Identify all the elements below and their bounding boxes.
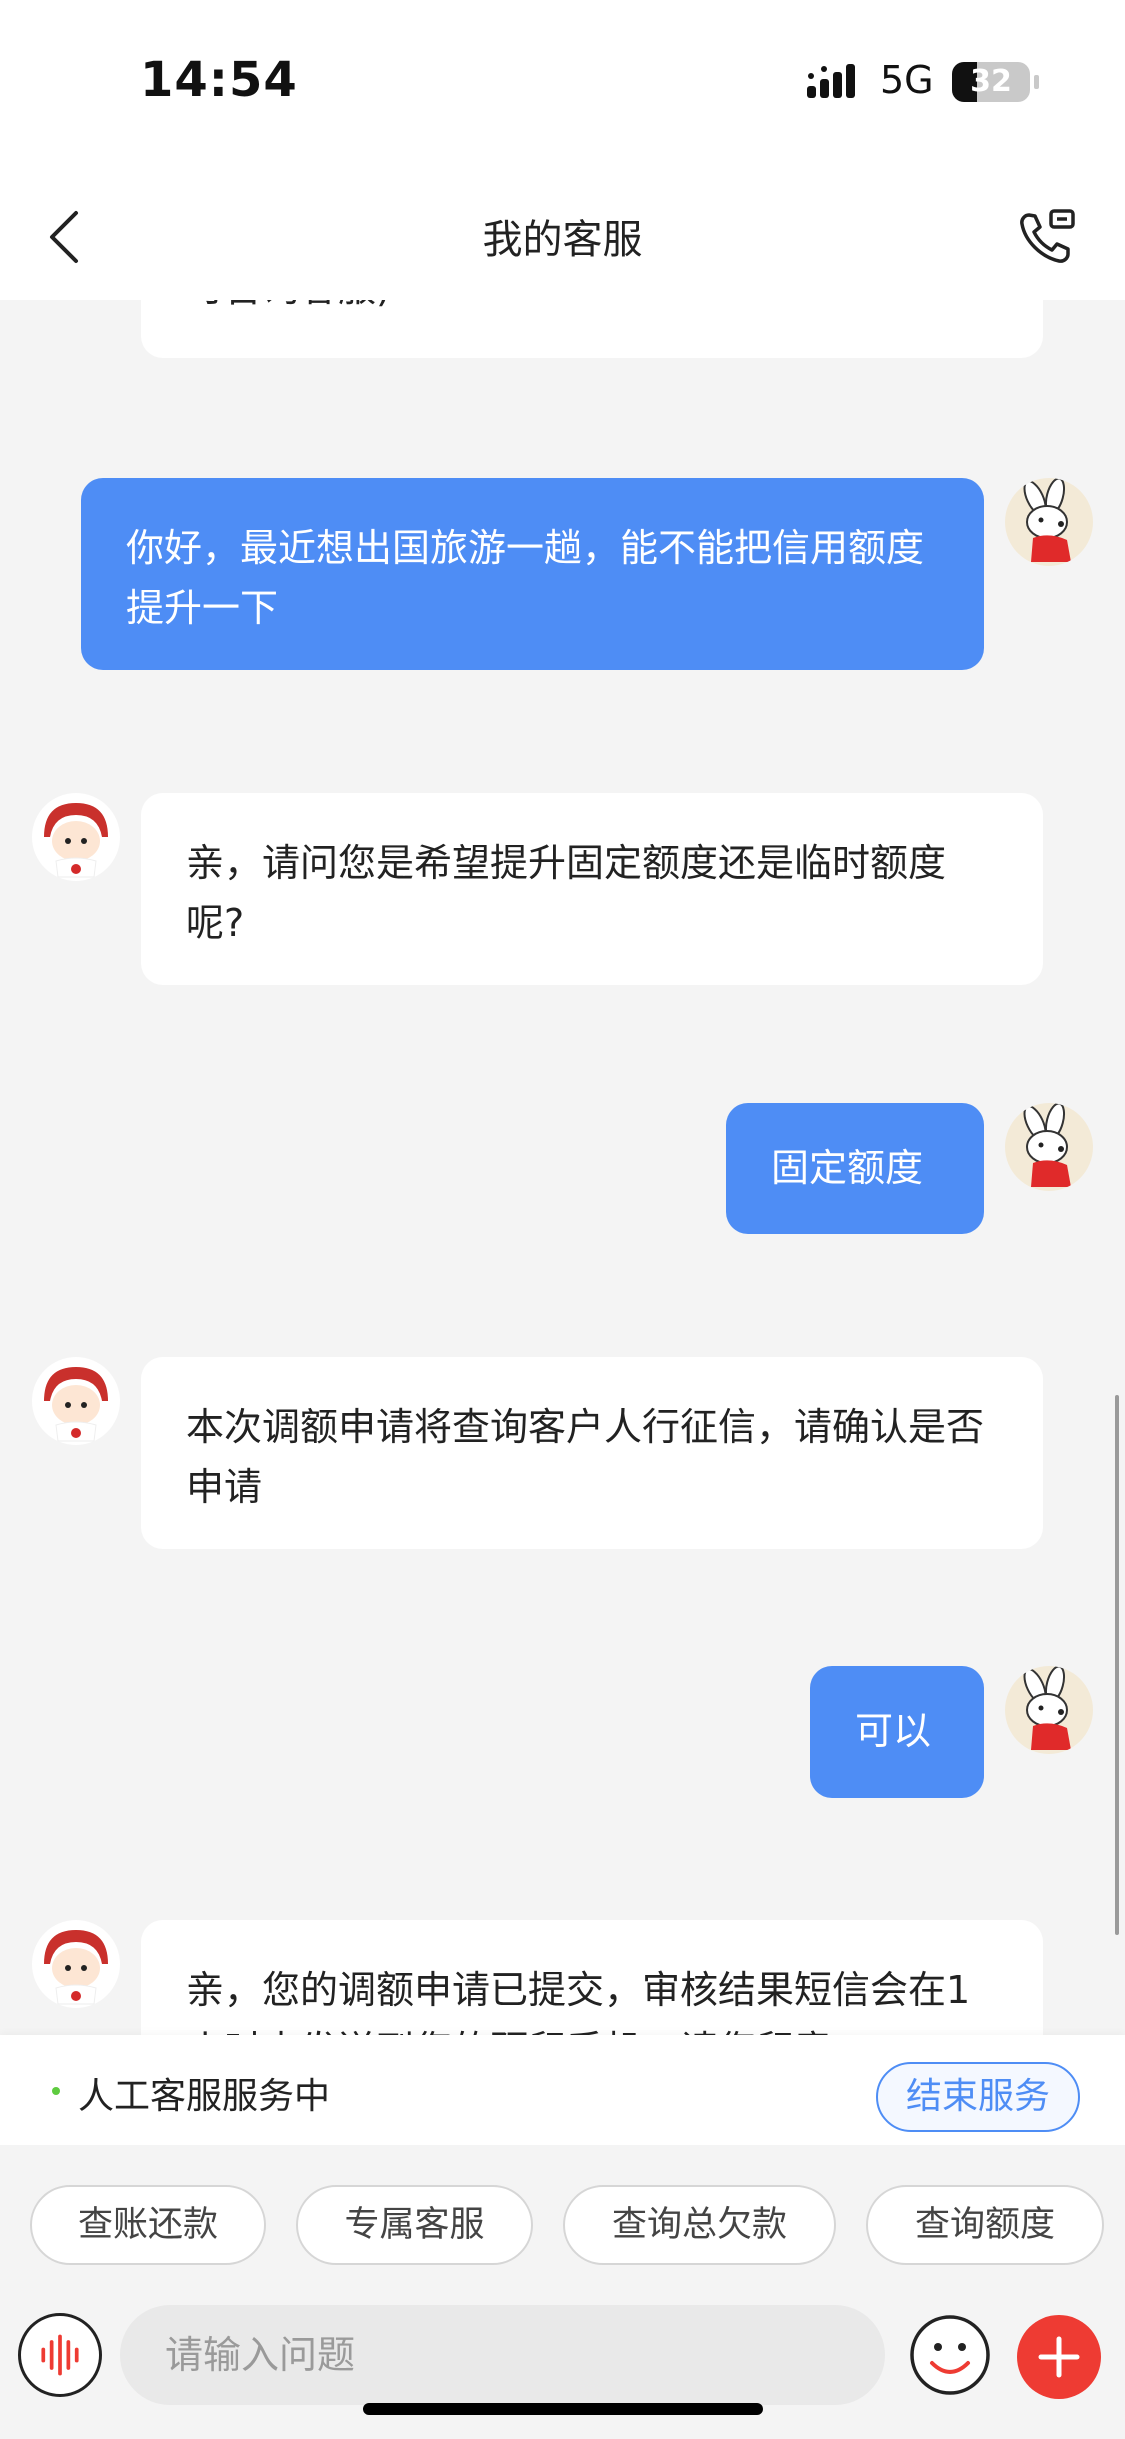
agent-message: 亲，请问您是希望提升固定额度还是临时额度呢?: [141, 793, 1043, 985]
rabbit-mascot-icon: [1023, 478, 1071, 562]
message-text: 亲，请问您是希望提升固定额度还是临时额度呢?: [186, 841, 947, 945]
message-text: 可咨询客服): [186, 300, 391, 310]
agent-avatar: [32, 793, 120, 881]
battery-level: 32: [970, 64, 1012, 99]
rabbit-mascot-icon: [1023, 1666, 1071, 1750]
agent-message: 本次调额申请将查询客户人行征信，请确认是否申请: [141, 1357, 1043, 1549]
message-text: 本次调额申请将查询客户人行征信，请确认是否申请: [186, 1405, 985, 1509]
agent-message: 亲，您的调额申请已提交，审核结果短信会在1小时内发送到您的预留手机，请您留意: [141, 1920, 1043, 2035]
rabbit-mascot-icon: [1023, 1103, 1071, 1187]
home-indicator: [363, 2403, 763, 2415]
status-time: 14:54: [140, 52, 298, 108]
agent-mascot-icon: [44, 1930, 108, 2005]
quick-actions: 查账还款 专属客服 查询总欠款 查询额度: [0, 2145, 1125, 2285]
page-title: 我的客服: [482, 217, 643, 263]
chat-area[interactable]: 可咨询客服) 你好，最近想出国旅游一趟，能不能把信用额度提升一下 亲，请问您是希…: [0, 300, 1125, 2035]
user-avatar: [1005, 1666, 1093, 1754]
network-type: 5G: [880, 58, 934, 102]
message-text: 你好，最近想出国旅游一趟，能不能把信用额度提升一下: [126, 526, 925, 630]
add-button[interactable]: [1017, 2315, 1101, 2399]
status-dot: [52, 2087, 60, 2095]
agent-avatar: [32, 1357, 120, 1445]
quick-action-check-repay[interactable]: 查账还款: [30, 2185, 266, 2265]
user-message: 固定额度: [726, 1103, 984, 1234]
service-status-bar: 人工客服服务中 结束服务: [0, 2035, 1125, 2145]
message-text: 固定额度: [771, 1146, 924, 1190]
service-status-text: 人工客服服务中: [78, 2076, 331, 2117]
quick-action-total-debt[interactable]: 查询总欠款: [563, 2185, 836, 2265]
user-message: 可以: [810, 1666, 984, 1798]
battery-tip: [1034, 75, 1039, 89]
header: 我的客服: [0, 165, 1125, 300]
user-message: 你好，最近想出国旅游一趟，能不能把信用额度提升一下: [81, 478, 984, 670]
plus-icon: [1038, 2336, 1080, 2378]
battery-icon: 32: [952, 62, 1030, 102]
message-text: 亲，您的调额申请已提交，审核结果短信会在1小时内发送到您的预留手机，请您留意: [186, 1968, 971, 2035]
agent-mascot-icon: [44, 1367, 108, 1442]
status-bar: 14:54 5G 32: [0, 0, 1125, 165]
agent-message: 可咨询客服): [141, 300, 1043, 358]
quick-action-exclusive-service[interactable]: 专属客服: [296, 2185, 533, 2265]
phone-icon[interactable]: [1015, 205, 1079, 269]
emoji-icon[interactable]: [908, 2313, 992, 2397]
signal-icon: [807, 64, 855, 98]
end-service-button[interactable]: 结束服务: [876, 2062, 1080, 2132]
user-avatar: [1005, 1103, 1093, 1191]
user-avatar: [1005, 478, 1093, 566]
input-bar: [0, 2285, 1125, 2439]
agent-mascot-icon: [44, 803, 108, 878]
voice-button[interactable]: [18, 2313, 102, 2397]
agent-avatar: [32, 1920, 120, 2008]
message-text: 可以: [855, 1709, 932, 1753]
question-input[interactable]: [120, 2305, 885, 2405]
quick-action-credit-limit[interactable]: 查询额度: [866, 2185, 1104, 2265]
scrollbar[interactable]: [1115, 1395, 1119, 1935]
voice-icon: [41, 2334, 79, 2376]
